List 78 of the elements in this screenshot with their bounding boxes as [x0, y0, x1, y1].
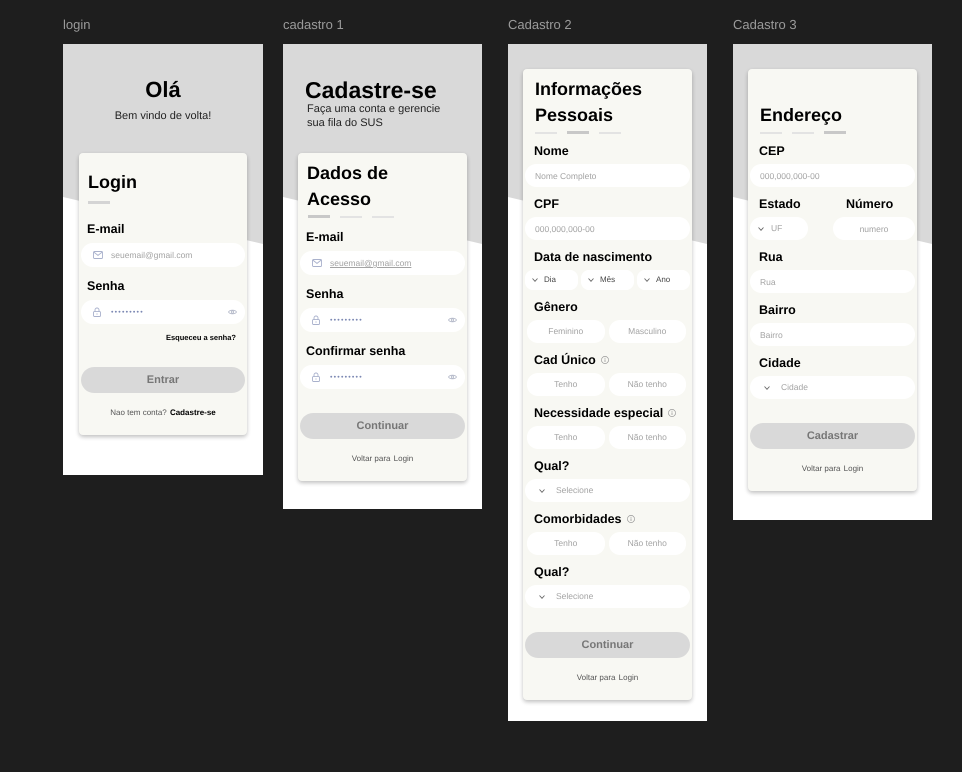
field-label: CEP [759, 143, 785, 159]
lock-icon [93, 307, 101, 317]
field-label: Qual? [534, 564, 570, 580]
field-label: Cad Único [534, 352, 596, 368]
option-button[interactable]: Feminino [527, 320, 604, 343]
field-label: Necessidade especial [534, 405, 664, 421]
field-label: Data de nascimento [534, 249, 652, 265]
field-label: Número [846, 196, 894, 212]
field-label: Rua [759, 249, 783, 265]
page-subheading: Bem vindo de volta! [114, 109, 212, 123]
footer-link[interactable]: Login [618, 673, 638, 682]
option-button[interactable]: Não tenho [608, 532, 686, 555]
footer-text: Voltar para Login [576, 673, 638, 682]
email-field[interactable]: seuemail@gmail.com [81, 243, 245, 267]
footer-text: Nao tem conta? Cadastre-se [110, 408, 216, 417]
field-label: Comorbidades [534, 511, 622, 527]
lock-icon [312, 372, 320, 382]
input-field[interactable]: numero [833, 217, 915, 240]
field-label: Cidade [759, 355, 801, 371]
page-heading: Cadastre-se [305, 78, 437, 102]
frame-label: Cadastro 3 [733, 17, 797, 33]
option-button[interactable]: Não tenho [608, 426, 686, 449]
field-label: Bairro [759, 302, 796, 318]
frame-label: login [63, 17, 90, 33]
chevron-down-icon [758, 226, 764, 230]
footer-link[interactable]: Login [394, 454, 414, 463]
chevron-down-icon [644, 278, 650, 282]
field-label: E-mail [306, 229, 344, 245]
form-title: Login [88, 171, 137, 194]
option-button[interactable]: Tenho [527, 426, 604, 449]
form-title: Dados de Acesso [307, 162, 390, 211]
input-field[interactable]: Nome Completo [525, 164, 690, 187]
field-label: CPF [534, 196, 559, 212]
mail-icon [93, 251, 103, 259]
lock-icon [312, 315, 320, 325]
page-subheading: Faça uma conta e gerencie sua fila do SUS [307, 102, 442, 130]
input-field[interactable]: 000,000,000-00 [525, 217, 690, 240]
chevron-down-icon [539, 488, 545, 492]
chevron-down-icon [764, 386, 770, 390]
option-button[interactable]: Tenho [527, 532, 604, 555]
field-label: Nome [534, 143, 569, 159]
eye-icon[interactable] [448, 374, 457, 380]
date-select[interactable]: Dia [525, 270, 578, 290]
date-select[interactable]: Ano [637, 270, 690, 290]
footer-text: Voltar para Login [802, 464, 864, 473]
input-field[interactable]: Bairro [750, 323, 915, 346]
input-field[interactable]: 000,000,000-00 [750, 164, 915, 187]
date-select[interactable]: Mês [581, 270, 634, 290]
select-field[interactable]: Selecione [525, 479, 690, 502]
chevron-down-icon [588, 278, 594, 282]
page-heading: Olá [145, 78, 181, 102]
eye-icon[interactable] [228, 309, 237, 315]
select-field[interactable]: UF [750, 217, 808, 240]
option-button[interactable]: Não tenho [608, 373, 686, 396]
footer-text: Voltar para Login [352, 454, 414, 463]
form-title: Endereço [760, 104, 842, 127]
select-field[interactable]: Selecione [525, 585, 690, 608]
field-label: Gênero [534, 299, 578, 315]
field-label: Estado [759, 196, 801, 212]
field-label: Senha [306, 286, 344, 302]
form-title: Informações Pessoais [535, 78, 644, 127]
option-button[interactable]: Tenho [527, 373, 604, 396]
field-label: Confirmar senha [306, 343, 406, 359]
field-label: Senha [87, 278, 125, 294]
select-field[interactable]: Cidade [750, 376, 915, 399]
frame-label: cadastro 1 [283, 17, 344, 33]
chevron-down-icon [539, 594, 545, 598]
chevron-down-icon [532, 278, 538, 282]
frame-label: Cadastro 2 [508, 17, 572, 33]
input-field[interactable]: Rua [750, 270, 915, 293]
eye-icon[interactable] [448, 317, 457, 323]
mail-icon [312, 259, 322, 267]
field-label: Qual? [534, 458, 570, 474]
option-button[interactable]: Masculino [608, 320, 686, 343]
field-label: E-mail [87, 221, 125, 237]
email-field[interactable]: seuemail@gmail.com [300, 251, 465, 275]
footer-link[interactable]: Login [844, 464, 864, 473]
footer-link[interactable]: Cadastre-se [170, 408, 216, 417]
